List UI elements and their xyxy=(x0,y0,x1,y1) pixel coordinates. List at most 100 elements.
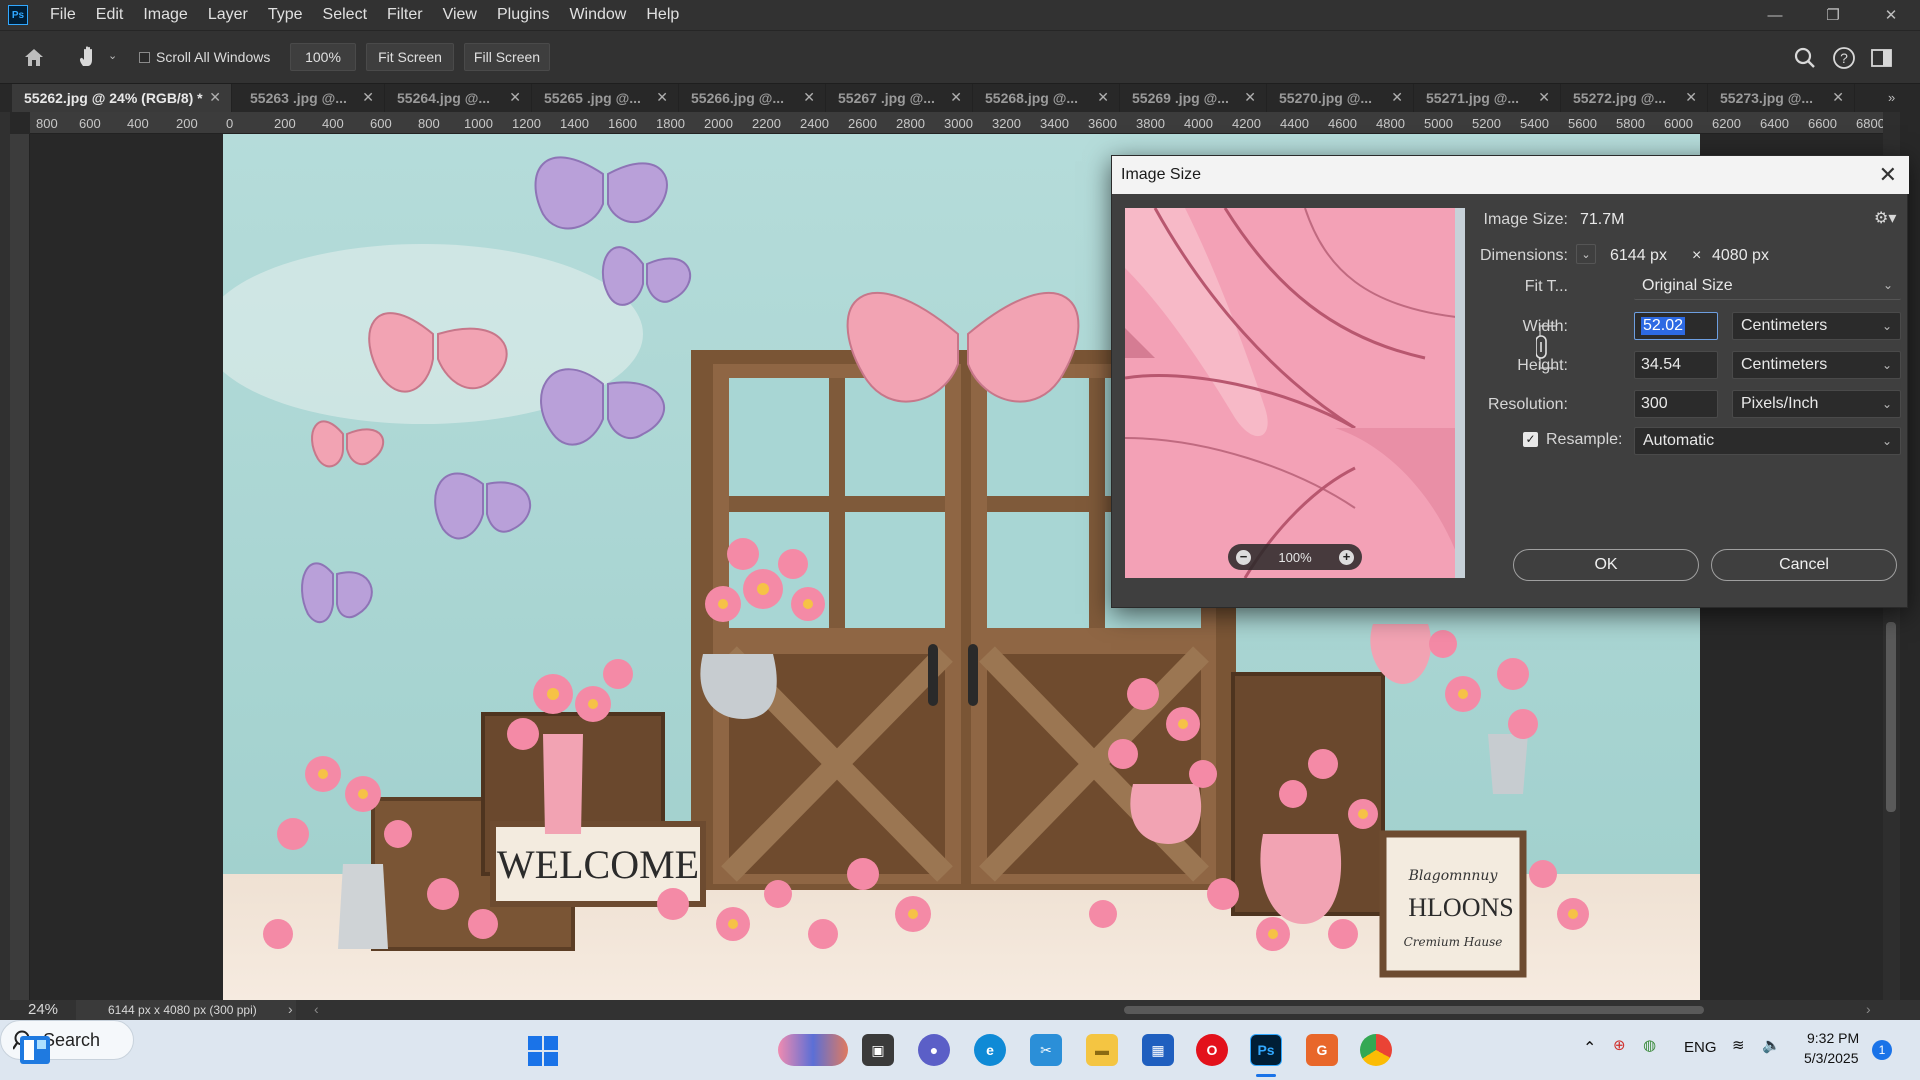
close-tab-icon[interactable]: ✕ xyxy=(1685,89,1697,106)
menu-edit[interactable]: Edit xyxy=(86,6,134,24)
fit-to-dropdown[interactable]: Original Size ⌄ xyxy=(1634,272,1901,300)
volume-muted-icon[interactable]: 🔈 xyxy=(1762,1036,1781,1054)
menu-plugins[interactable]: Plugins xyxy=(487,6,559,24)
preview-zoom-bar: − 100% + xyxy=(1228,544,1362,570)
widgets-icon[interactable] xyxy=(18,1034,52,1066)
resolution-input[interactable]: 300 xyxy=(1634,390,1718,418)
restore-icon[interactable]: ❐ xyxy=(1804,0,1862,30)
close-dialog-icon[interactable]: ✕ xyxy=(1879,162,1897,188)
tab-55269[interactable]: 55269 .jpg @... ✕ xyxy=(1120,84,1267,112)
task-view-icon[interactable]: ▣ xyxy=(862,1034,894,1066)
scroll-right-icon[interactable]: › xyxy=(1866,1001,1871,1017)
ruler-tick: 3200 xyxy=(992,116,1021,131)
teams-chat-icon[interactable]: ● xyxy=(918,1034,950,1066)
tab-55271[interactable]: 55271.jpg @... ✕ xyxy=(1414,84,1561,112)
home-icon[interactable] xyxy=(22,46,46,68)
horizontal-scrollbar[interactable] xyxy=(318,1000,1858,1020)
close-tab-icon[interactable]: ✕ xyxy=(1097,89,1109,106)
tab-55267[interactable]: 55267 .jpg @... ✕ xyxy=(826,84,973,112)
ruler-tick: 2600 xyxy=(848,116,877,131)
language-indicator[interactable]: ENG xyxy=(1684,1039,1717,1056)
menu-help[interactable]: Help xyxy=(636,6,689,24)
dialog-title-bar[interactable]: Image Size ✕ xyxy=(1112,156,1909,194)
tab-55265[interactable]: 55265 .jpg @... ✕ xyxy=(532,84,679,112)
close-tab-icon[interactable]: ✕ xyxy=(1244,89,1256,106)
scroll-all-windows-checkbox[interactable] xyxy=(139,52,150,63)
settings-gear-icon[interactable]: ⚙▾ xyxy=(1874,208,1896,228)
menu-file[interactable]: File xyxy=(40,6,86,24)
grammarly-browser-icon[interactable]: G xyxy=(1306,1034,1338,1066)
help-icon[interactable]: ? xyxy=(1832,46,1856,70)
tab-55263[interactable]: 55263 .jpg @... ✕ xyxy=(238,84,385,112)
menu-type[interactable]: Type xyxy=(258,6,313,24)
close-tab-icon[interactable]: ✕ xyxy=(1832,89,1844,106)
close-tab-icon[interactable]: ✕ xyxy=(803,89,815,106)
close-tab-icon[interactable]: ✕ xyxy=(656,89,668,106)
image-preview[interactable] xyxy=(1125,208,1465,578)
close-tab-icon[interactable]: ✕ xyxy=(509,89,521,106)
microsoft-store-icon[interactable]: ▦ xyxy=(1142,1034,1174,1066)
tray-app-icon[interactable]: ⊕ xyxy=(1613,1036,1626,1054)
menu-select[interactable]: Select xyxy=(313,6,377,24)
edge-icon[interactable]: e xyxy=(974,1034,1006,1066)
tab-55273[interactable]: 55273.jpg @... ✕ xyxy=(1708,84,1855,112)
chrome-icon[interactable] xyxy=(1360,1034,1392,1066)
menu-window[interactable]: Window xyxy=(559,6,636,24)
close-icon[interactable]: ✕ xyxy=(1862,0,1920,30)
close-tab-icon[interactable]: ✕ xyxy=(362,89,374,106)
width-unit-dropdown[interactable]: Centimeters ⌄ xyxy=(1732,312,1901,340)
wifi-icon[interactable]: ≋ xyxy=(1732,1036,1745,1054)
zoom-out-icon[interactable]: − xyxy=(1236,549,1251,565)
zoom-in-icon[interactable]: + xyxy=(1339,549,1354,565)
tab-55262[interactable]: 55262.jpg @ 24% (RGB/8) * ✕ xyxy=(12,84,232,112)
tray-network-app-icon[interactable]: ◍ xyxy=(1643,1036,1656,1054)
fill-screen-button[interactable]: Fill Screen xyxy=(464,43,550,71)
menu-filter[interactable]: Filter xyxy=(377,6,433,24)
zoom-level[interactable]: 24% xyxy=(28,1001,58,1018)
dimensions-unit-chevron-icon[interactable]: ⌄ xyxy=(1576,244,1596,264)
tab-55272[interactable]: 55272.jpg @... ✕ xyxy=(1561,84,1708,112)
close-tab-icon[interactable]: ✕ xyxy=(950,89,962,106)
tab-55266[interactable]: 55266.jpg @... ✕ xyxy=(679,84,826,112)
height-input[interactable]: 34.54 xyxy=(1634,351,1718,379)
resample-checkbox[interactable]: ✓ xyxy=(1523,432,1538,447)
height-unit-dropdown[interactable]: Centimeters ⌄ xyxy=(1732,351,1901,379)
ok-button[interactable]: OK xyxy=(1513,549,1699,581)
close-tab-icon[interactable]: ✕ xyxy=(1538,89,1550,106)
minimize-icon[interactable]: — xyxy=(1746,0,1804,30)
hand-tool-icon[interactable] xyxy=(76,44,100,70)
tab-55264[interactable]: 55264.jpg @... ✕ xyxy=(385,84,532,112)
snipping-tool-icon[interactable]: ✂ xyxy=(1030,1034,1062,1066)
opera-icon[interactable]: O xyxy=(1196,1034,1228,1066)
close-tab-icon[interactable]: ✕ xyxy=(1391,89,1403,106)
menu-view[interactable]: View xyxy=(433,6,487,24)
width-input[interactable]: 52.02 xyxy=(1634,312,1718,340)
resolution-unit-dropdown[interactable]: Pixels/Inch ⌄ xyxy=(1732,390,1901,418)
tab-55270[interactable]: 55270.jpg @... ✕ xyxy=(1267,84,1414,112)
clock-time[interactable]: 9:32 PM xyxy=(1807,1030,1859,1046)
cancel-button[interactable]: Cancel xyxy=(1711,549,1897,581)
tool-strip xyxy=(0,112,10,1000)
photoshop-taskbar-icon[interactable]: Ps xyxy=(1250,1034,1282,1066)
fit-screen-button[interactable]: Fit Screen xyxy=(366,43,454,71)
tool-preset-chevron-icon[interactable]: ⌄ xyxy=(108,49,117,62)
search-highlight-icon[interactable] xyxy=(778,1034,848,1066)
status-menu-chevron-icon[interactable]: › xyxy=(288,1001,293,1017)
start-icon[interactable] xyxy=(528,1036,558,1066)
close-tab-icon[interactable]: ✕ xyxy=(209,89,221,106)
vertical-scroll-thumb[interactable] xyxy=(1886,622,1896,812)
workspace-layout-icon[interactable] xyxy=(1870,47,1894,69)
file-explorer-icon[interactable]: ▬ xyxy=(1086,1034,1118,1066)
search-icon[interactable] xyxy=(1793,46,1817,70)
tray-overflow-icon[interactable]: ⌃ xyxy=(1583,1038,1596,1058)
width-label: Width: xyxy=(1522,318,1568,335)
notification-badge[interactable]: 1 xyxy=(1872,1040,1892,1060)
menu-image[interactable]: Image xyxy=(133,6,197,24)
horizontal-scroll-thumb[interactable] xyxy=(1124,1006,1704,1014)
zoom-100-button[interactable]: 100% xyxy=(290,43,356,71)
clock-date[interactable]: 5/3/2025 xyxy=(1804,1050,1859,1066)
resample-dropdown[interactable]: Automatic ⌄ xyxy=(1634,427,1901,455)
tab-55268[interactable]: 55268.jpg @... ✕ xyxy=(973,84,1120,112)
tabs-overflow-icon[interactable]: » xyxy=(1888,90,1895,105)
menu-layer[interactable]: Layer xyxy=(198,6,258,24)
